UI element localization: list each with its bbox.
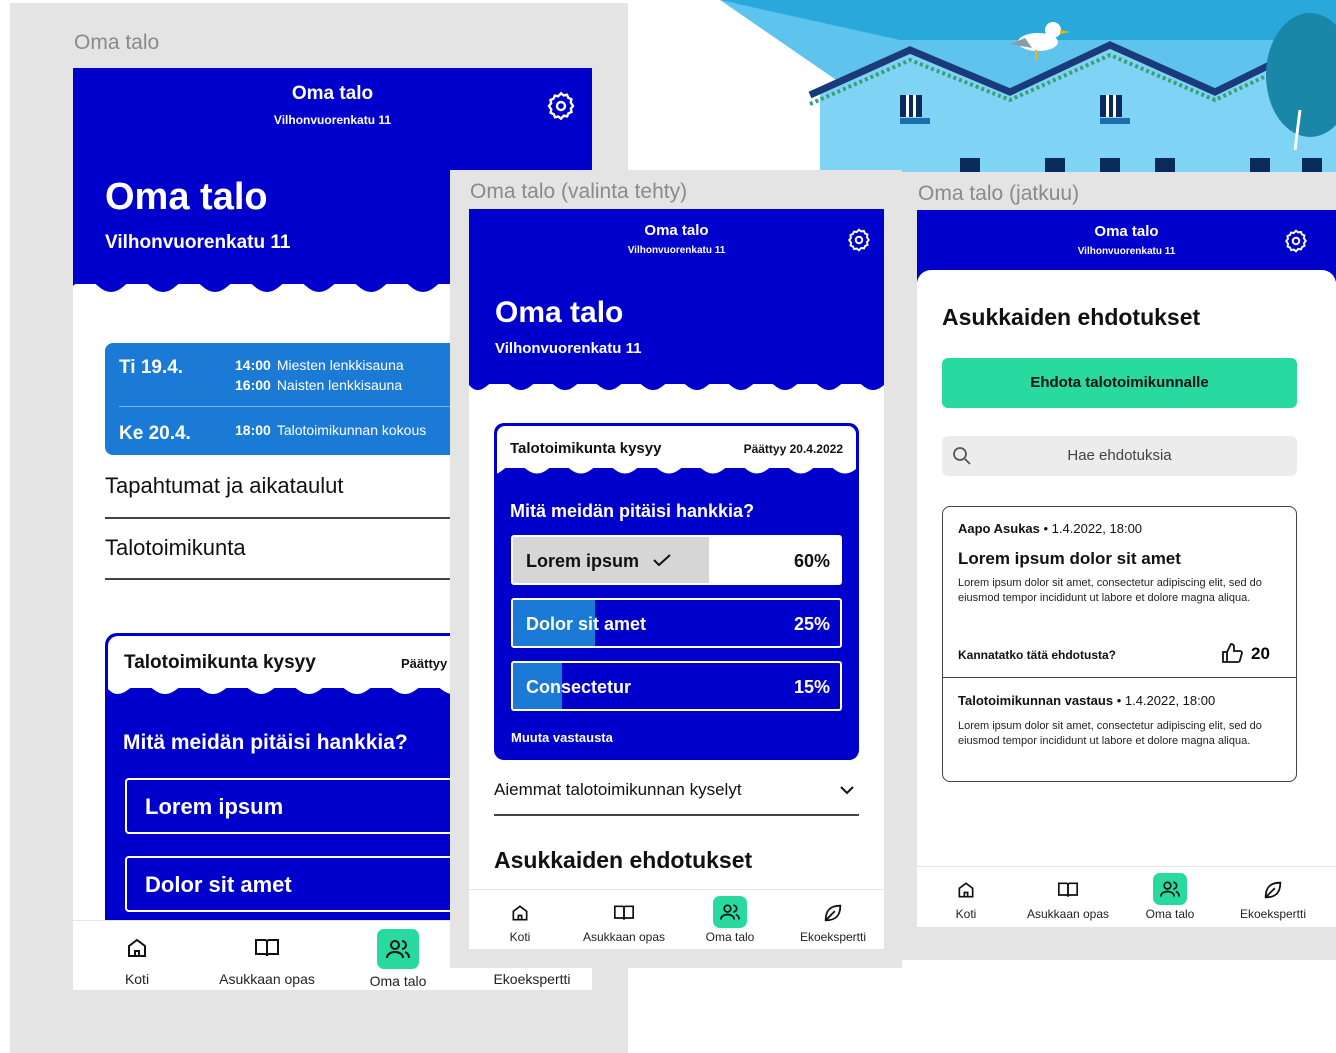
previous-polls-row[interactable]: Aiemmat talotoimikunnan kyselyt <box>494 774 859 816</box>
poll-wave <box>497 466 856 474</box>
poll-title: Talotoimikunta kysyy <box>510 440 662 457</box>
nav-koti[interactable]: Koti <box>941 877 991 921</box>
like-count: 20 <box>1251 644 1270 663</box>
event-item[interactable]: 18:00 Talotoimikunnan kokous <box>235 422 426 438</box>
header-title: Oma talo <box>1094 223 1159 240</box>
poll-option-selected[interactable]: Lorem ipsum 60% <box>511 535 842 585</box>
frame-valinta-tehty: Oma talo (valinta tehty) Oma talo Vilhon… <box>450 170 902 968</box>
header-address: Vilhonvuorenkatu 11 <box>273 113 392 127</box>
poll-percent: 25% <box>793 614 830 634</box>
poll-question: Mitä meidän pitäisi hankkia? <box>123 731 408 754</box>
suggestion-card[interactable]: Aapo Asukas • 1.4.2022, 18:00 Lorem ipsu… <box>942 506 1297 782</box>
suggestions-heading: Asukkaiden ehdotukset <box>494 847 753 873</box>
home-icon <box>507 900 533 926</box>
poll-card: Talotoimikunta kysyy Päättyy Mitä meidän… <box>105 633 465 953</box>
nav-asukkaan-opas[interactable]: Asukkaan opas <box>574 900 674 944</box>
like-button[interactable]: 20 <box>1221 641 1281 667</box>
header-wave <box>469 379 884 390</box>
poll-option[interactable]: Dolor sit amet 25% <box>511 598 842 648</box>
check-icon <box>653 554 671 567</box>
poll-option[interactable]: Lorem ipsum <box>125 778 465 834</box>
poll-status: Päättyy 20.4.2022 <box>743 442 843 456</box>
header-address: Vilhonvuorenkatu 11 <box>627 245 726 256</box>
nav-ekoekspertti[interactable]: Ekoekspertti <box>1231 877 1315 921</box>
nav-oma-talo[interactable]: Oma talo <box>1137 873 1203 921</box>
book-icon <box>611 900 637 926</box>
page-title: Oma talo <box>105 176 268 218</box>
page-title: Oma talo <box>495 296 624 329</box>
reply-meta: Talotoimikunnan vastaus • 1.4.2022, 18:0… <box>958 693 1216 708</box>
search-placeholder: Hae ehdotuksia <box>1067 447 1172 464</box>
support-question: Kannatatko tätä ehdotusta? <box>958 648 1117 662</box>
nav-oma-talo[interactable]: Oma talo <box>358 929 438 989</box>
poll-question: Mitä meidän pitäisi hankkia? <box>510 501 755 521</box>
nav-ekoekspertti[interactable]: Ekoekspertti <box>791 900 875 944</box>
page-subtitle: Vilhonvuorenkatu 11 <box>495 340 642 357</box>
poll-option[interactable]: Dolor sit amet <box>125 856 465 912</box>
link-events-schedule[interactable]: Tapahtumat ja aikataulut <box>105 473 465 519</box>
link-house-committee[interactable]: Talotoimikunta <box>105 535 465 580</box>
phone-screen: Oma talo Vilhonvuorenkatu 11 Oma talo Vi… <box>469 209 884 949</box>
header-address: Vilhonvuorenkatu 11 <box>1077 246 1176 257</box>
header-title: Oma talo <box>291 83 374 104</box>
change-answer-link[interactable]: Muuta vastausta <box>511 730 613 745</box>
poll-card: Talotoimikunta kysyy Päättyy 20.4.2022 M… <box>494 423 859 760</box>
nav-asukkaan-opas[interactable]: Asukkaan opas <box>202 933 332 987</box>
phone-screen: Oma talo Vilhonvuorenkatu 11 Asukkaiden … <box>917 210 1336 927</box>
suggestion-meta: Aapo Asukas • 1.4.2022, 18:00 <box>958 521 1143 536</box>
houses-illustration <box>720 0 1336 172</box>
frame-title: Oma talo (valinta tehty) <box>470 180 688 203</box>
poll-percent: 60% <box>793 551 830 571</box>
nav-oma-talo[interactable]: Oma talo <box>697 896 763 944</box>
frame-jatkuu: Oma talo (jatkuu) Oma talo Vilhonvuorenk… <box>902 172 1336 960</box>
people-icon <box>713 896 747 928</box>
leaf-icon <box>1260 877 1286 903</box>
search-field[interactable]: Hae ehdotuksia <box>942 436 1297 476</box>
nav-koti[interactable]: Koti <box>495 900 545 944</box>
book-icon <box>1055 877 1081 903</box>
book-icon <box>252 933 282 963</box>
leaf-icon <box>820 900 846 926</box>
poll-title: Talotoimikunta kysyy <box>124 652 316 673</box>
nav-koti[interactable]: Koti <box>107 933 167 987</box>
poll-wave <box>108 685 465 694</box>
events-card[interactable]: Ti 19.4. 14:00 Miesten lenkkisauna 16:00 N… <box>105 343 465 455</box>
poll-option[interactable]: Consectetur 15% <box>511 661 842 711</box>
event-item[interactable]: 14:00 Miesten lenkkisauna <box>235 357 404 373</box>
people-icon <box>1153 873 1187 905</box>
home-icon <box>953 877 979 903</box>
gear-icon[interactable] <box>846 227 872 253</box>
gear-icon[interactable] <box>1283 228 1309 254</box>
suggestions-heading: Asukkaiden ehdotukset <box>942 304 1201 330</box>
divider <box>943 677 1296 678</box>
frame-title: Oma talo (jatkuu) <box>918 182 1080 205</box>
header-title: Oma talo <box>644 222 709 239</box>
people-icon <box>377 929 419 969</box>
poll-percent: 15% <box>793 677 830 697</box>
event-item[interactable]: 16:00 Naisten lenkkisauna <box>235 377 402 393</box>
suggestion-title: Lorem ipsum dolor sit amet <box>958 549 1181 568</box>
bottom-nav: Koti Asukkaan opas Oma talo Ekoekspertti <box>469 889 884 949</box>
thumbs-up-icon <box>1222 643 1243 663</box>
poll-card-header: Talotoimikunta kysyy Päättyy 20.4.2022 <box>497 426 856 468</box>
suggestion-body: Lorem ipsum dolor sit amet, consectetur … <box>958 577 1262 604</box>
poll-card-header: Talotoimikunta kysyy Päättyy <box>108 636 465 688</box>
bottom-nav: Koti Asukkaan opas Oma talo Ekoekspertti <box>917 866 1336 927</box>
home-icon <box>122 933 152 963</box>
page-subtitle: Vilhonvuorenkatu 11 <box>105 232 291 253</box>
poll-status: Päättyy <box>401 656 448 671</box>
event-day: Ti 19.4. <box>119 357 184 378</box>
suggest-button[interactable]: Ehdota talotoimikunnalle <box>942 358 1297 408</box>
gear-icon[interactable] <box>545 90 577 122</box>
event-day: Ke 20.4. <box>119 423 191 444</box>
reply-body: Lorem ipsum dolor sit amet, consectetur … <box>958 720 1262 747</box>
frame-title: Oma talo <box>74 31 160 54</box>
divider <box>119 406 465 407</box>
chevron-down-icon <box>840 786 854 795</box>
header: Oma talo Vilhonvuorenkatu 11 Oma talo Vi… <box>469 209 884 384</box>
nav-asukkaan-opas[interactable]: Asukkaan opas <box>1018 877 1118 921</box>
